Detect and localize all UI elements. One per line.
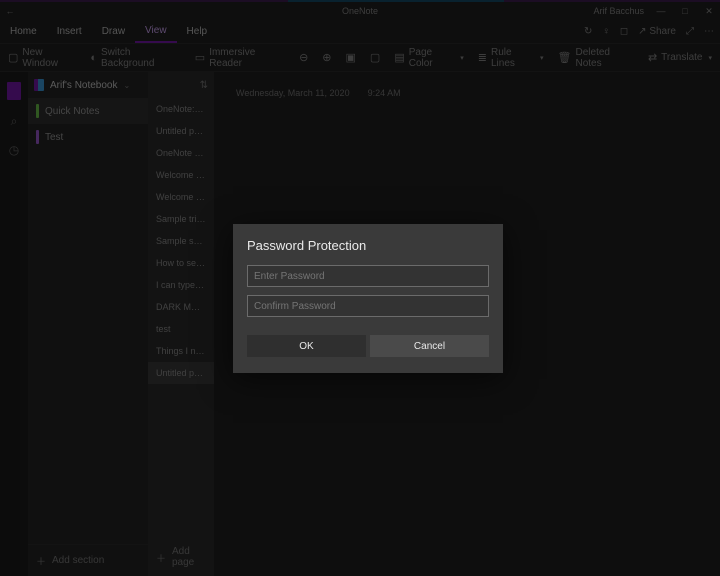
password-dialog: Password Protection OK Cancel bbox=[233, 224, 503, 373]
ok-button[interactable]: OK bbox=[247, 335, 366, 357]
cancel-button[interactable]: Cancel bbox=[370, 335, 489, 357]
dialog-title: Password Protection bbox=[247, 238, 489, 253]
app-window: ← OneNote Arif Bacchus — □ ✕ Home Insert… bbox=[0, 0, 720, 576]
enter-password-input[interactable] bbox=[247, 265, 489, 287]
confirm-password-input[interactable] bbox=[247, 295, 489, 317]
